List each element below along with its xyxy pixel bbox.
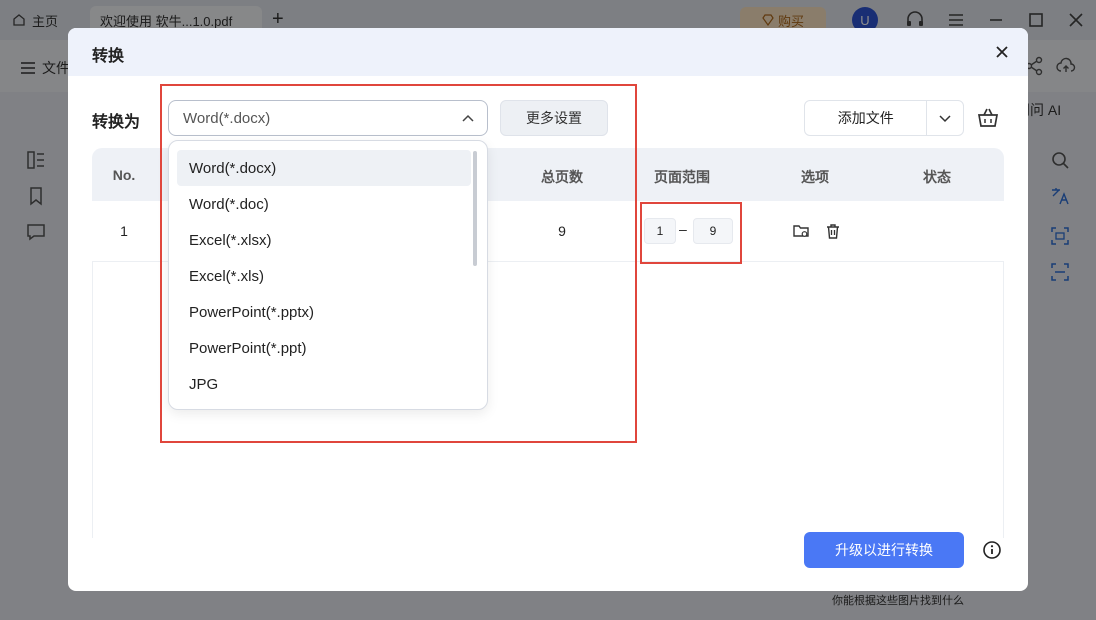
- add-file-dropdown[interactable]: [927, 101, 963, 135]
- dialog-title: 转换: [92, 48, 125, 65]
- highlight-box-range: [640, 202, 742, 264]
- table-right-border: [1003, 262, 1004, 538]
- col-page-range: 页面范围: [654, 169, 710, 185]
- delete-icon[interactable]: [824, 222, 842, 240]
- close-icon[interactable]: [992, 42, 1012, 62]
- table-left-border: [92, 262, 93, 538]
- convert-to-label: 转换为: [92, 114, 141, 131]
- info-icon[interactable]: [982, 540, 1002, 560]
- col-options: 选项: [801, 169, 829, 185]
- add-file-button-group: 添加文件: [804, 100, 964, 136]
- upgrade-to-convert-button[interactable]: 升级以进行转换: [804, 532, 964, 568]
- add-file-button[interactable]: 添加文件: [805, 101, 928, 135]
- highlight-box-format: [160, 84, 637, 443]
- dialog-header: [68, 28, 1028, 76]
- chevron-down-icon: [939, 115, 951, 123]
- col-no: No.: [112, 167, 136, 183]
- folder-settings-icon[interactable]: [792, 222, 810, 240]
- clear-list-basket-icon[interactable]: [976, 106, 1000, 130]
- convert-dialog: 转换 转换为 Word(*.docx) 更多设置 添加文件 No. 总页数 页面…: [68, 28, 1028, 591]
- col-status: 状态: [923, 169, 951, 185]
- row-number: 1: [120, 223, 128, 239]
